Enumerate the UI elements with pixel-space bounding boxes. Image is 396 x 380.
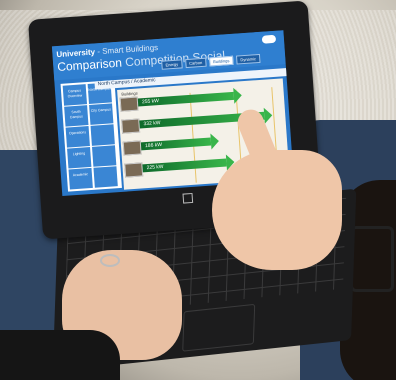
filter-chip[interactable]: Carbon xyxy=(184,57,207,69)
energy-bar[interactable]: 186 kW xyxy=(140,137,212,151)
building-thumbnail[interactable] xyxy=(124,162,144,178)
bar-value-label: 332 kW xyxy=(143,120,161,128)
bar-value-label: 225 kW xyxy=(146,163,164,172)
nav-tile[interactable]: City Campus xyxy=(89,103,114,125)
building-thumbnail[interactable] xyxy=(121,118,141,134)
building-thumbnail[interactable] xyxy=(119,96,139,112)
nav-tile[interactable] xyxy=(92,145,117,167)
bar-value-label: 186 kW xyxy=(144,141,163,150)
trackpad xyxy=(182,303,256,352)
nav-tile[interactable]: Operations xyxy=(65,126,90,148)
building-thumbnail[interactable] xyxy=(122,140,142,156)
nav-tile[interactable]: South Campus xyxy=(64,105,89,127)
nav-tile[interactable] xyxy=(90,124,115,146)
ring xyxy=(100,254,120,267)
energy-bar[interactable]: 255 kW xyxy=(137,91,235,107)
windows-button-icon[interactable] xyxy=(182,192,194,204)
filter-chip[interactable]: Energy xyxy=(161,59,183,70)
glasses xyxy=(350,226,394,292)
nav-tile[interactable]: Campus Overview xyxy=(62,84,88,106)
heading-comparison[interactable]: Comparison xyxy=(57,56,123,74)
navigation-tiles: Campus Overview North Campus South Campu… xyxy=(60,80,122,192)
filter-chip[interactable]: Buildings xyxy=(208,55,234,67)
nav-tile[interactable]: Academic xyxy=(68,167,93,190)
cloud-icon xyxy=(261,34,277,44)
filter-chip[interactable]: Dynamic xyxy=(236,53,261,65)
nav-tile[interactable] xyxy=(93,166,118,188)
energy-bar[interactable]: 225 kW xyxy=(142,158,227,173)
sleeve xyxy=(0,330,120,380)
bar-value-label: 255 kW xyxy=(141,98,160,106)
photo-background: University - Smart Buildings Comparison … xyxy=(0,0,396,380)
nav-tile[interactable]: Lighting xyxy=(67,146,92,169)
